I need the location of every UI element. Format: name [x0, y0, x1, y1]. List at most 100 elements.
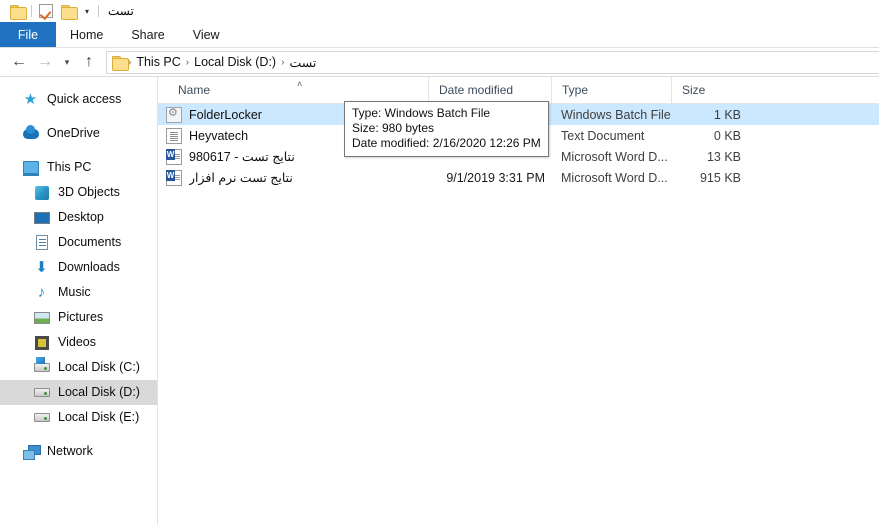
back-icon[interactable]: ←: [6, 50, 32, 74]
sidebar-item-desktop[interactable]: Desktop: [0, 205, 157, 230]
sidebar-item-label: This PC: [47, 160, 92, 175]
sidebar-item-network[interactable]: Network: [0, 439, 157, 464]
folder-icon[interactable]: [6, 1, 28, 21]
date-modified-cell: 9/1/2019 3:31 PM: [446, 170, 545, 185]
text-document-icon: [166, 127, 182, 144]
sidebar-item-label: Local Disk (C:): [58, 360, 140, 375]
music-icon: ♪: [37, 284, 46, 301]
column-header-size-label: Size: [682, 83, 706, 97]
drive-icon: [33, 385, 50, 401]
cube-icon: [33, 185, 50, 201]
word-document-icon: [166, 148, 182, 165]
videos-icon: [33, 335, 50, 351]
network-icon: [22, 444, 41, 460]
sidebar-item-label: Pictures: [58, 310, 104, 325]
sidebar-item-music[interactable]: ♪ Music: [0, 280, 157, 305]
sidebar-item-quick-access[interactable]: ★ Quick access: [0, 87, 157, 112]
column-header-date-label: Date modified: [439, 83, 514, 97]
address-folder-icon: [112, 55, 129, 71]
sidebar-item-label: Documents: [58, 235, 122, 250]
sidebar-item-label: OneDrive: [47, 126, 100, 141]
navigation-bar: ← → ▾ ↑ › This PC › Local Disk (D:) › تس…: [0, 48, 879, 77]
column-header-name[interactable]: Name ˄: [158, 77, 428, 104]
sidebar-item-label: Network: [47, 444, 93, 459]
download-icon: ⬇: [35, 259, 48, 276]
file-size-cell: 0 KB: [713, 128, 741, 143]
file-type-cell: Windows Batch File: [561, 107, 671, 122]
forward-icon[interactable]: →: [32, 50, 58, 74]
sidebar-item-label: Downloads: [58, 260, 120, 275]
sidebar-item-3d-objects[interactable]: 3D Objects: [0, 180, 157, 205]
sidebar-item-this-pc[interactable]: This PC: [0, 155, 157, 180]
windows-drive-icon: [33, 357, 50, 376]
window-title: تست: [108, 4, 134, 18]
new-folder-icon[interactable]: [57, 1, 79, 21]
drive-icon: [33, 410, 50, 426]
tooltip-date-line: Date modified: 2/16/2020 12:26 PM: [352, 136, 541, 150]
tooltip-size-line: Size: 980 bytes: [352, 121, 435, 135]
sidebar-item-local-disk-d[interactable]: Local Disk (D:): [0, 380, 157, 405]
toolbar-separator: [98, 5, 99, 17]
sidebar-item-local-disk-e[interactable]: Local Disk (E:): [0, 405, 157, 430]
file-info-tooltip: Type: Windows Batch File Size: 980 bytes…: [344, 101, 549, 157]
sidebar-item-videos[interactable]: Videos: [0, 330, 157, 355]
file-name-label: نتایج تست نرم افزار: [189, 171, 293, 185]
desktop-icon: [33, 210, 50, 226]
sort-ascending-icon: ˄: [297, 78, 303, 89]
star-icon: ★: [23, 91, 38, 108]
sidebar-item-label: Quick access: [47, 92, 122, 107]
pictures-icon: [33, 310, 50, 326]
batch-file-icon: [166, 106, 182, 123]
up-icon[interactable]: ↑: [76, 50, 102, 74]
file-type-cell: Microsoft Word D...: [561, 149, 668, 164]
column-header-date-modified[interactable]: Date modified: [428, 77, 551, 104]
column-header-size[interactable]: Size: [671, 77, 751, 104]
tab-home[interactable]: Home: [56, 22, 117, 47]
file-name-cell: نتایج تست نرم افزار: [158, 167, 428, 188]
tab-view[interactable]: View: [179, 22, 234, 47]
file-size-cell: 13 KB: [706, 149, 741, 164]
column-header-type[interactable]: Type: [551, 77, 671, 104]
file-name-label: FolderLocker: [189, 107, 262, 122]
file-list-pane: Name ˄ Date modified Type Size FolderLoc…: [158, 77, 879, 525]
breadcrumb-this-pc[interactable]: This PC: [132, 55, 184, 69]
column-header-type-label: Type: [562, 83, 589, 97]
toolbar-separator: [31, 5, 32, 17]
file-type-cell: Microsoft Word D...: [561, 170, 668, 185]
column-header-row: Name ˄ Date modified Type Size: [158, 77, 879, 104]
file-type-cell: Text Document: [561, 128, 645, 143]
file-name-label: Heyvatech: [189, 128, 249, 143]
tab-share[interactable]: Share: [117, 22, 178, 47]
tooltip-type-line: Type: Windows Batch File: [352, 106, 491, 120]
word-document-icon: [166, 169, 182, 186]
sidebar-item-label: Local Disk (E:): [58, 410, 140, 425]
sidebar-item-label: Desktop: [58, 210, 104, 225]
sidebar-item-downloads[interactable]: ⬇ Downloads: [0, 255, 157, 280]
properties-icon[interactable]: [35, 1, 57, 21]
file-name-label: نتایج تست - 980617: [189, 150, 295, 164]
recent-locations-icon[interactable]: ▾: [58, 50, 76, 74]
ribbon-tab-bar: File Home Share View: [0, 22, 879, 48]
sidebar-item-local-disk-c[interactable]: Local Disk (C:): [0, 355, 157, 380]
file-size-cell: 1 KB: [713, 107, 741, 122]
sidebar-item-onedrive[interactable]: OneDrive: [0, 121, 157, 146]
documents-icon: [33, 235, 50, 251]
tab-file[interactable]: File: [0, 22, 56, 47]
breadcrumb-current-folder[interactable]: تست: [285, 55, 320, 70]
address-bar[interactable]: › This PC › Local Disk (D:) › تست: [106, 50, 879, 74]
breadcrumb-local-disk-d[interactable]: Local Disk (D:): [190, 55, 280, 69]
sidebar-item-pictures[interactable]: Pictures: [0, 305, 157, 330]
sidebar-item-label: Videos: [58, 335, 96, 350]
file-size-cell: 915 KB: [699, 170, 741, 185]
navigation-pane: ★ Quick access OneDrive This PC 3D Objec…: [0, 77, 158, 525]
sidebar-item-label: Music: [58, 285, 91, 300]
cloud-icon: [22, 124, 39, 142]
chevron-down-icon[interactable]: ▾: [79, 1, 95, 21]
explorer-content: ★ Quick access OneDrive This PC 3D Objec…: [0, 77, 879, 525]
table-row[interactable]: نتایج تست نرم افزار 9/1/2019 3:31 PM Mic…: [158, 167, 879, 188]
sidebar-item-documents[interactable]: Documents: [0, 230, 157, 255]
sidebar-item-label: 3D Objects: [58, 185, 120, 200]
